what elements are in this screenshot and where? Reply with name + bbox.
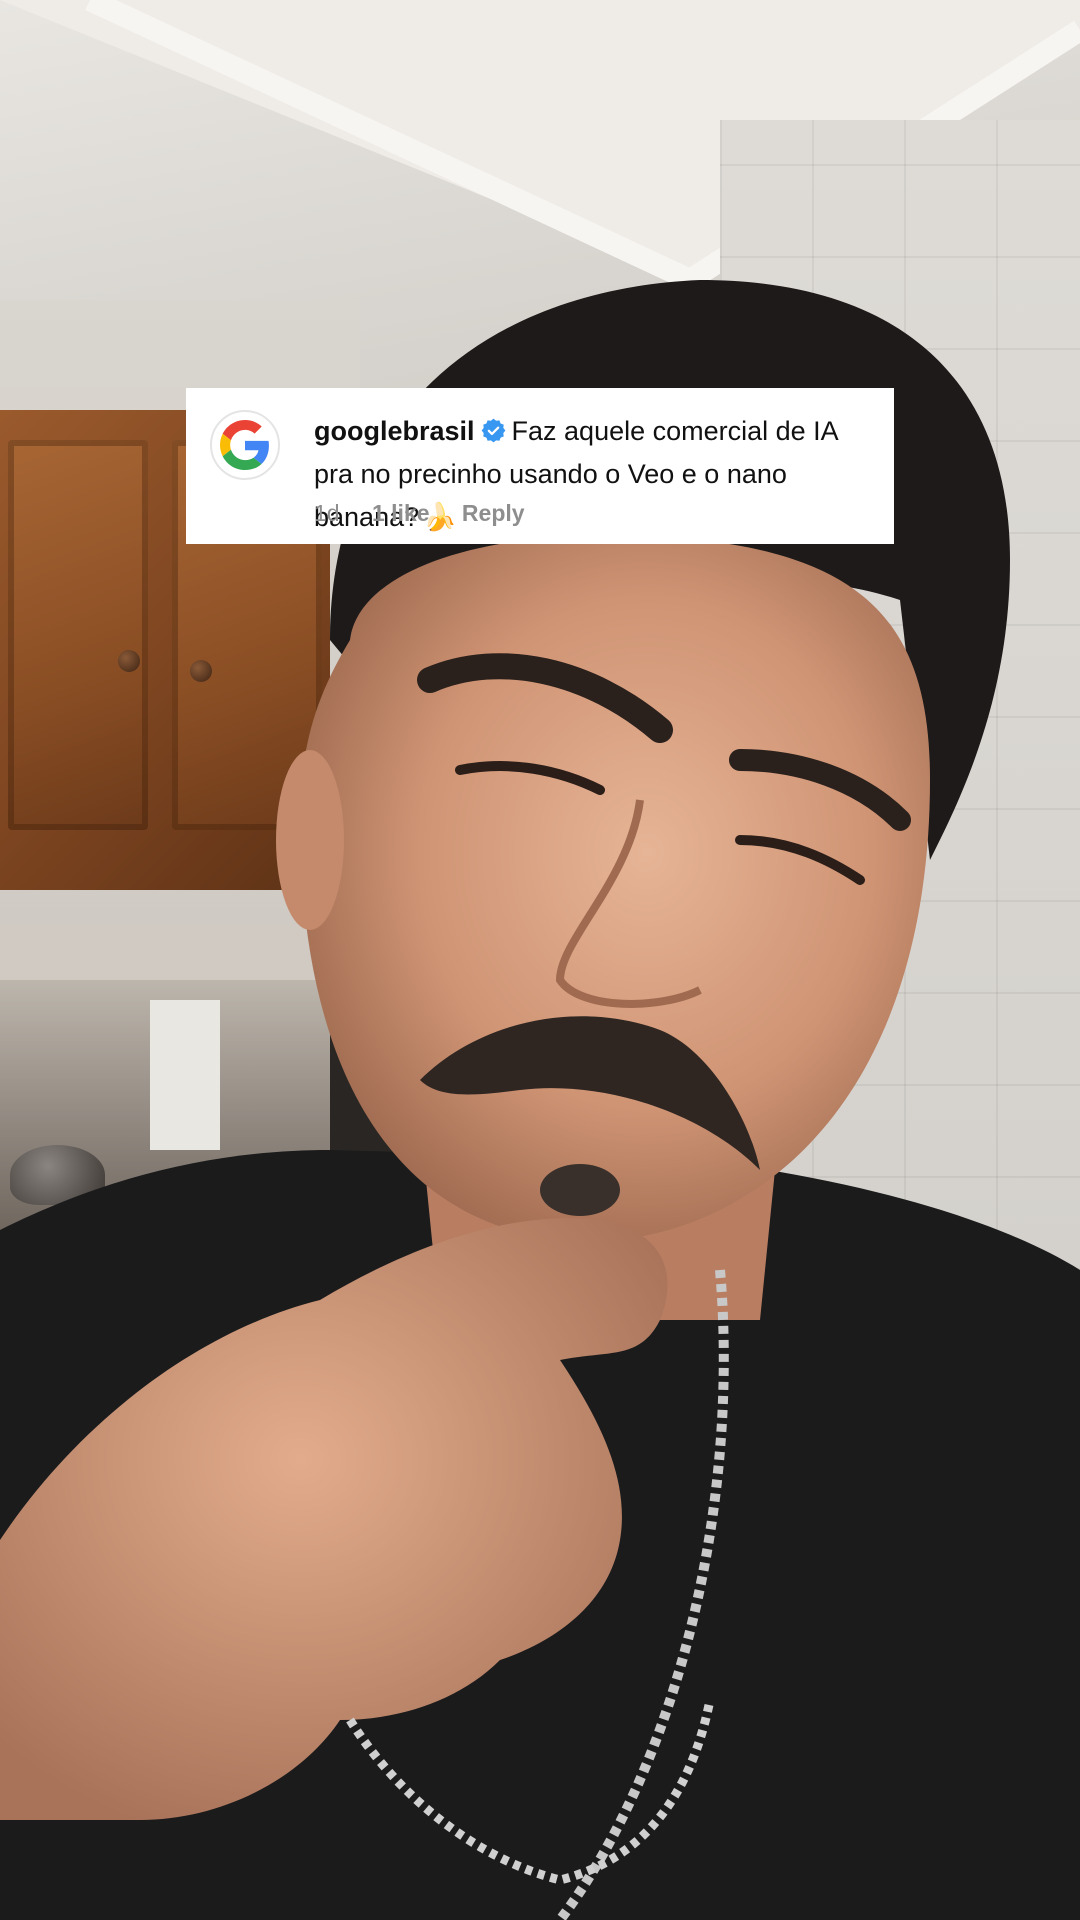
person [0, 280, 1080, 1920]
reply-button[interactable]: Reply [462, 500, 525, 526]
comment-timestamp: 1d [314, 500, 340, 526]
comment-like-count[interactable]: 1 like [372, 500, 430, 526]
google-g-logo-icon [220, 420, 269, 470]
comment-username[interactable]: googlebrasil [314, 416, 475, 446]
avatar[interactable] [210, 410, 280, 480]
video-background [0, 0, 1080, 1920]
comment-reply-sticker[interactable]: googlebrasil Faz aquele comercial de IA p… [186, 388, 894, 544]
verified-badge-icon [481, 418, 505, 443]
comment-meta: 1d 1 like Reply [314, 500, 551, 527]
